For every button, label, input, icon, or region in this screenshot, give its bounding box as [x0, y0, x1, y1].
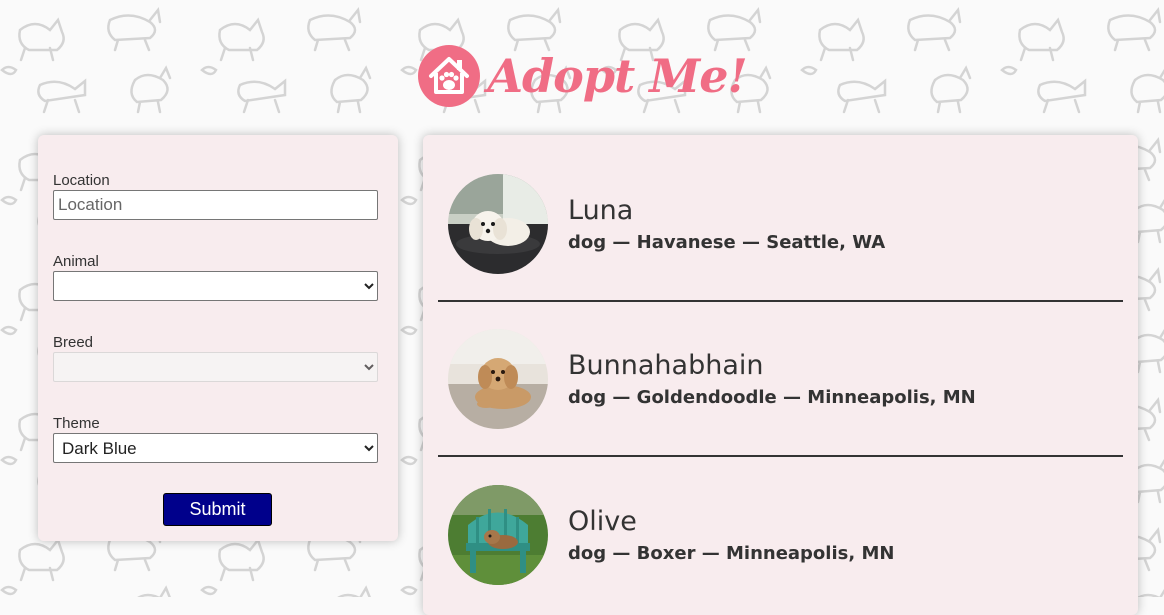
pet-info: Luna dog — Havanese — Seattle, WA: [568, 195, 885, 253]
location-label: Location: [53, 172, 110, 189]
pet-description: dog — Goldendoodle — Minneapolis, MN: [568, 386, 976, 408]
pet-description: dog — Boxer — Minneapolis, MN: [568, 542, 895, 564]
app-title: Adopt Me!: [487, 49, 747, 103]
location-field: Location: [53, 172, 378, 220]
pet-description: dog — Havanese — Seattle, WA: [568, 231, 886, 253]
pet-photo: [448, 173, 548, 274]
pet-card-olive[interactable]: Olive dog — Boxer — Minneapolis, MN: [438, 457, 1123, 612]
site-header: Adopt Me!: [0, 36, 1164, 116]
pet-results: Luna dog — Havanese — Seattle, WA Bunnah…: [423, 135, 1138, 615]
home-logo-link[interactable]: Adopt Me!: [417, 44, 748, 108]
breed-field: Breed: [53, 334, 378, 382]
house-paw-logo-icon: [418, 45, 481, 107]
search-form: Location Animal Breed Theme Dark Blue Su…: [38, 135, 398, 541]
pet-name: Luna: [568, 194, 634, 226]
submit-button[interactable]: Submit: [163, 493, 272, 526]
pet-photo: [448, 484, 548, 585]
breed-select[interactable]: [53, 352, 378, 382]
pet-card-luna[interactable]: Luna dog — Havanese — Seattle, WA: [438, 147, 1123, 302]
location-input[interactable]: [53, 190, 378, 220]
pet-name: Bunnahabhain: [568, 349, 764, 381]
animal-label: Animal: [53, 253, 99, 270]
theme-select[interactable]: Dark Blue: [53, 433, 378, 463]
animal-field: Animal: [53, 253, 378, 301]
pet-photo: [448, 328, 548, 429]
theme-label: Theme: [53, 415, 100, 432]
breed-label: Breed: [53, 334, 94, 351]
pet-info: Olive dog — Boxer — Minneapolis, MN: [568, 506, 894, 564]
pet-card-bunnahabhain[interactable]: Bunnahabhain dog — Goldendoodle — Minnea…: [438, 302, 1123, 457]
pet-name: Olive: [568, 505, 637, 537]
pet-info: Bunnahabhain dog — Goldendoodle — Minnea…: [568, 350, 976, 408]
theme-field: Theme Dark Blue: [53, 415, 378, 463]
animal-select[interactable]: [53, 271, 378, 301]
